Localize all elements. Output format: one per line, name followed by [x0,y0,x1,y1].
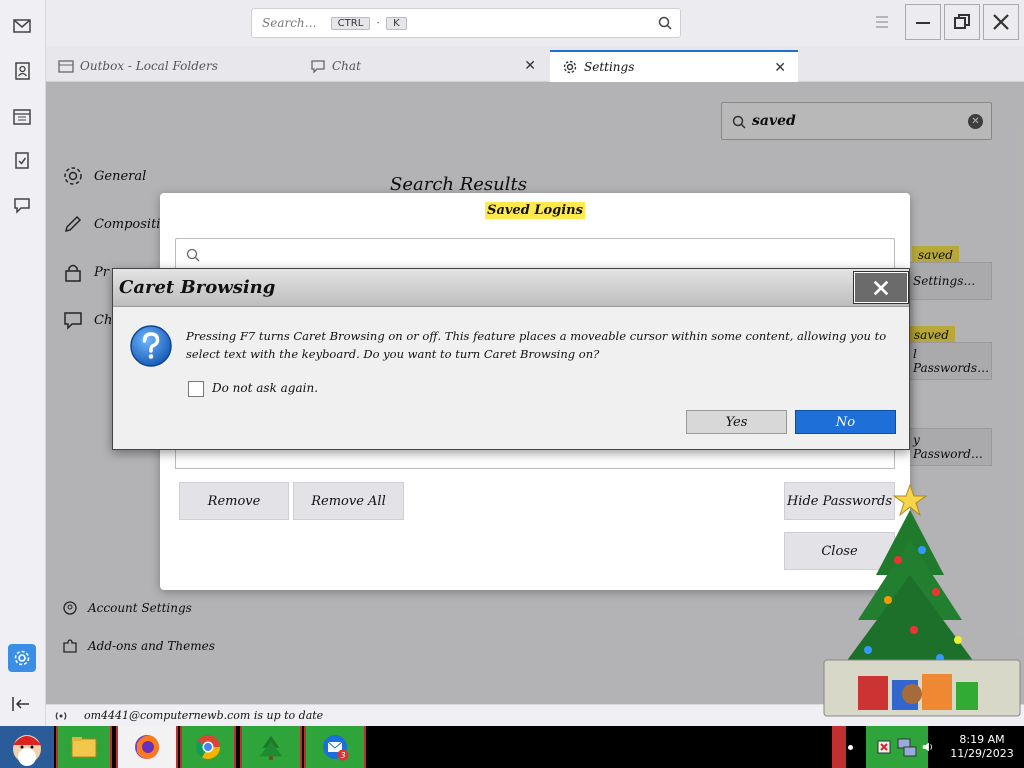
app-menu-icon[interactable] [873,14,891,30]
chat-icon [311,60,325,74]
close-window-button[interactable] [983,4,1019,40]
caret-dialog-title: Caret Browsing [119,277,276,298]
yes-button[interactable]: Yes [686,410,787,434]
close-icon [873,280,889,295]
minimize-icon [916,22,930,24]
firefox-icon [135,735,159,759]
clock-date: 11/29/2023 [950,747,1014,760]
taskbar-thunderbird[interactable]: 3 [304,726,366,768]
search-icon [658,16,672,30]
shortcut-key: K [386,16,407,30]
close-dialog-button[interactable] [853,271,909,304]
global-search-input[interactable]: Search… CTRL · K [251,8,681,38]
santa-start-icon [13,735,41,766]
close-tab-icon[interactable]: ✕ [524,58,536,74]
mail-icon[interactable] [8,12,36,40]
clock-time: 8:19 AM [959,733,1005,746]
title-text: Saved Logins [485,202,585,219]
taskbar-clock[interactable]: 8:19 AM 11/29/2023 [940,726,1024,768]
volume-icon[interactable] [920,726,936,768]
christmas-tree-icon [259,735,283,761]
gear-icon [563,60,577,74]
notification-badge: 3 [340,751,345,760]
restore-icon [954,14,970,29]
status-text: om4441@computernewb.com is up to date [84,709,324,722]
taskbar-file-explorer[interactable] [56,726,112,768]
calendar-icon[interactable] [8,102,36,130]
do-not-ask-checkbox[interactable] [188,381,204,397]
chat-icon[interactable] [8,191,36,219]
tab-settings[interactable]: Settings ✕ [550,50,798,82]
christmas-tree-icon [823,483,1021,717]
caret-browsing-dialog: Caret Browsing Pressing F7 turns Caret B… [112,268,910,450]
spaces-toolbar [0,0,46,726]
folder-icon [71,737,97,758]
settings-gear-icon[interactable] [8,644,36,672]
chrome-icon [195,735,220,760]
close-icon [993,14,1009,30]
title-bar: Search… CTRL · K [46,0,1024,46]
address-book-icon[interactable] [8,57,36,85]
start-button[interactable] [0,726,54,768]
do-not-ask-label[interactable]: Do not ask again. [212,381,318,395]
question-icon [130,325,172,367]
remove-all-button[interactable]: Remove All [293,482,404,520]
minimize-button[interactable] [905,4,941,40]
online-status-icon[interactable] [54,709,68,723]
folder-icon [58,60,74,73]
taskbar-chrome[interactable] [180,726,236,768]
tray-dot-icon [846,726,854,768]
saved-logins-title: Saved Logins [160,202,910,219]
tab-chat[interactable]: Chat ✕ [298,50,548,82]
taskbar-christmas-app[interactable] [240,726,302,768]
caret-dialog-titlebar: Caret Browsing [113,269,909,307]
shortcut-ctrl: CTRL [330,16,371,30]
search-placeholder: Search… [262,16,317,30]
taskbar-spacer [832,726,846,768]
taskbar-firefox[interactable] [116,726,178,768]
remove-button[interactable]: Remove [179,482,289,520]
tab-label: Settings [584,60,635,74]
speaker-icon [922,742,932,752]
tab-label: Outbox - Local Folders [80,59,218,73]
caret-dialog-message: Pressing F7 turns Caret Browsing on or o… [186,329,887,361]
tab-bar: Outbox - Local Folders Chat ✕ Settings ✕ [46,46,1024,82]
close-tab-icon[interactable]: ✕ [774,60,786,76]
no-button[interactable]: No [795,410,896,434]
network-icon [877,738,917,757]
restore-button[interactable] [944,4,980,40]
tab-outbox[interactable]: Outbox - Local Folders [46,50,296,82]
system-tray[interactable] [866,726,928,768]
logins-filter-input[interactable] [175,238,895,270]
tasks-icon[interactable] [8,146,36,174]
christmas-tree-widget [818,480,1024,720]
search-icon [186,248,200,262]
thunderbird-icon: 3 [323,735,349,761]
collapse-spaces-icon[interactable] [10,694,32,714]
tab-label: Chat [332,59,361,73]
taskbar: 3 8:19 AM 11/29/2023 [0,726,1024,768]
